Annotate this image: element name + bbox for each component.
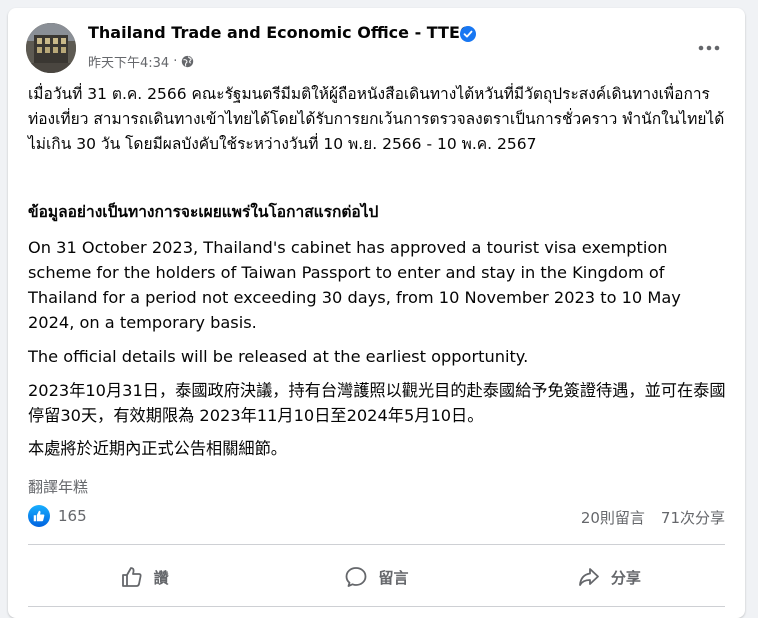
reactions-count: 165	[58, 507, 87, 525]
thumbs-up-small-icon	[33, 510, 45, 522]
comment-bubble-icon	[346, 567, 367, 587]
action-bar: 讚 留言 分享	[28, 548, 725, 606]
post-paragraph-thai-note: ข้อมูลอย่างเป็นทางการจะเผยแพร่ในโอกาสแรก…	[28, 203, 379, 221]
divider	[28, 606, 725, 607]
post-timestamp[interactable]: 昨天下午4:34	[88, 52, 169, 71]
like-reaction-icon	[28, 505, 50, 527]
verified-badge-icon	[460, 26, 476, 42]
reactions-summary[interactable]: 165	[28, 505, 87, 527]
building-photo-icon	[26, 23, 76, 73]
see-translation-link[interactable]: 翻譯年糕	[28, 476, 88, 497]
comments-count[interactable]: 20則留言	[581, 507, 645, 528]
share-arrow-icon	[578, 568, 599, 586]
shares-count[interactable]: 71次分享	[661, 507, 725, 528]
thumbs-up-icon	[121, 567, 142, 587]
post-paragraph-english-note: The official details will be released at…	[28, 347, 529, 366]
comment-label: 留言	[378, 568, 409, 587]
post-meta: 昨天下午4:34 ·	[88, 52, 194, 71]
more-options-button[interactable]	[691, 30, 727, 66]
page-name-link[interactable]: Thailand Trade and Economic Office - TTE…	[88, 23, 474, 42]
page-avatar[interactable]	[26, 23, 76, 73]
post-paragraph-chinese-note: 本處將於近期內正式公告相關細節。	[28, 439, 287, 458]
comment-button[interactable]: 留言	[260, 548, 492, 606]
share-button[interactable]: 分享	[493, 548, 725, 606]
post-paragraph-thai: เมื่อวันที่ 31 ต.ค. 2566 คณะรัฐมนตรีมีมต…	[28, 85, 725, 153]
like-label: 讚	[153, 568, 169, 587]
share-label: 分享	[610, 568, 641, 587]
engagement-stats: 20則留言 71次分享	[581, 507, 725, 528]
divider	[28, 544, 725, 545]
like-button[interactable]: 讚	[28, 548, 260, 606]
post-paragraph-chinese: 2023年10月31日，泰國政府決議，持有台灣護照以觀光目的赴泰國給予免簽證待遇…	[28, 381, 726, 425]
post-card: Thailand Trade and Economic Office - TTE…	[8, 8, 745, 618]
post-paragraph-english: On 31 October 2023, Thailand's cabinet h…	[28, 238, 681, 332]
meta-separator: ·	[173, 54, 178, 69]
more-dots-icon	[698, 45, 720, 51]
globe-icon	[182, 55, 194, 68]
